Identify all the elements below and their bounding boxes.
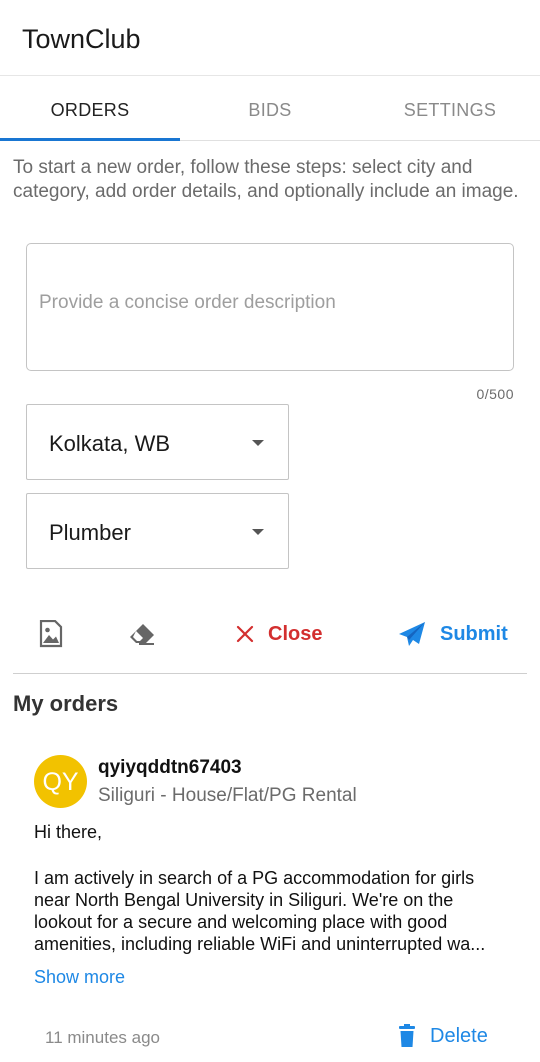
add-image-icon[interactable] [35,618,67,650]
delete-button[interactable]: Delete [398,1024,488,1048]
show-more-link[interactable]: Show more [34,967,125,988]
send-icon [399,622,425,646]
tab-settings[interactable]: SETTINGS [360,77,540,141]
city-select-value: Kolkata, WB [49,431,171,456]
tab-bids[interactable]: BIDS [180,77,360,141]
active-tab-indicator [0,138,180,141]
my-orders-title: My orders [13,691,119,716]
order-username: qyiyqddtn67403 [98,757,242,778]
app-bar: TownClub [0,0,540,76]
close-button[interactable]: Close [236,618,322,650]
trash-icon [399,1024,415,1047]
order-toolbar: Close Submit [0,606,540,662]
eraser-icon[interactable] [126,618,158,650]
avatar: QY [34,755,87,808]
order-description-input[interactable] [39,292,499,326]
category-select-value: Plumber [49,520,131,545]
order-greeting: Hi there, [34,822,103,842]
order-body: I am actively in search of a PG accommod… [34,868,486,954]
dropdown-arrow-icon [252,529,264,535]
tab-bar: ORDERS BIDS SETTINGS [0,77,540,141]
dropdown-arrow-icon [252,440,264,446]
submit-button-label: Submit [440,622,508,645]
category-select[interactable]: Plumber [26,493,289,569]
tab-orders[interactable]: ORDERS [0,77,180,141]
city-select[interactable]: Kolkata, WB [26,404,289,480]
character-counter: 0/500 [476,386,514,402]
new-order-instructions: To start a new order, follow these steps… [13,157,519,202]
order-subtitle: Siliguri - House/Flat/PG Rental [98,785,357,806]
close-button-label: Close [268,622,323,645]
submit-button[interactable]: Submit [398,618,508,650]
order-description-field[interactable] [26,243,514,371]
app-title: TownClub [22,24,141,54]
delete-button-label: Delete [430,1024,488,1047]
section-divider [13,673,527,674]
order-timestamp: 11 minutes ago [45,1028,160,1047]
close-icon [236,625,254,643]
